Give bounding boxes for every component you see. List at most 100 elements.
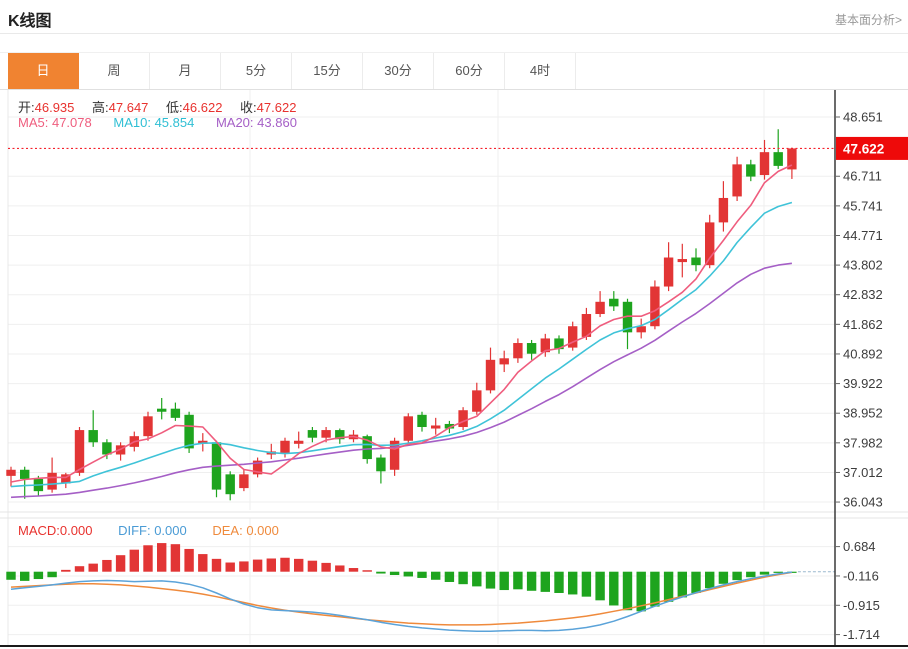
candle-body: [595, 301, 605, 315]
fundamental-analysis-link[interactable]: 基本面分析>: [835, 11, 902, 28]
high-label: 高:: [92, 100, 109, 115]
tab-30min[interactable]: 30分: [363, 53, 434, 89]
candle-body: [718, 197, 729, 223]
macd-bar: [88, 563, 98, 572]
candle-body: [74, 430, 85, 473]
close-label: 收:: [240, 100, 257, 115]
tabbar-spacer: [0, 53, 8, 89]
candle-body: [143, 416, 153, 437]
macd-bar: [485, 571, 496, 589]
macd-legend: MACD:0.000 DIFF: 0.000 DEA: 0.000: [18, 523, 279, 538]
macd-bar: [198, 554, 208, 572]
y-axis-label: 45.741: [843, 198, 883, 213]
macd-bar: [389, 571, 400, 576]
low-value: 46.622: [182, 100, 223, 115]
ma-legend: MA5: 47.078 MA10: 45.854 MA20: 43.860: [18, 115, 297, 130]
macd-bar: [554, 571, 564, 593]
macd-bar: [252, 559, 263, 572]
y-axis-label: 44.771: [843, 228, 883, 243]
ohlc-readout: 开:46.935 高:47.647 低:46.622 收:47.622: [18, 97, 296, 116]
y-axis-label: 0.684: [843, 539, 876, 554]
candle-body: [307, 430, 318, 438]
macd-bar: [540, 571, 550, 592]
y-axis-label: -0.915: [843, 598, 880, 613]
macd-bar: [184, 548, 194, 572]
candle-body: [294, 440, 304, 444]
ma10-line: [10, 201, 793, 488]
candle-body: [458, 410, 468, 428]
candle-body: [609, 298, 619, 307]
candle-body: [225, 474, 235, 495]
macd-bar: [759, 571, 770, 575]
macd-bar: [663, 571, 674, 602]
macd-bar: [609, 571, 619, 606]
open-value: 46.935: [34, 100, 75, 115]
macd-bar: [61, 569, 71, 572]
open-label: 开:: [18, 100, 35, 115]
candle-body: [746, 164, 756, 177]
y-axis-label: 43.802: [843, 258, 883, 273]
candle-body: [485, 359, 496, 391]
macd-bar: [403, 571, 413, 577]
ma10-legend: MA10: 45.854: [113, 115, 195, 130]
y-axis-label: 46.711: [843, 169, 882, 184]
interval-tabbar: 日 周 月 5分 15分 30分 60分 4时: [0, 52, 908, 90]
macd-bar: [732, 571, 742, 581]
macd-bar: [581, 571, 592, 597]
y-axis-label: 36.043: [843, 495, 883, 510]
y-axis-label: 38.952: [843, 406, 883, 421]
candle-body: [280, 440, 290, 453]
candle-body: [472, 390, 482, 412]
macd-bar: [170, 544, 181, 572]
tab-day[interactable]: 日: [8, 53, 79, 89]
tab-month[interactable]: 月: [150, 53, 221, 89]
candle-body: [157, 408, 167, 412]
candle-body: [184, 414, 194, 449]
macd-bar: [472, 571, 482, 587]
candle-body: [759, 152, 770, 176]
macd-bar: [705, 571, 715, 589]
candle-body: [691, 257, 701, 266]
macd-bar: [335, 565, 345, 572]
macd-bar: [499, 571, 509, 591]
y-axis-label: -0.116: [843, 568, 879, 583]
candle-body: [513, 343, 523, 359]
tab-15min[interactable]: 15分: [292, 53, 363, 89]
macd-bar: [211, 558, 222, 572]
macd-bar: [458, 571, 468, 585]
macd-bar: [321, 562, 331, 572]
tab-5min[interactable]: 5分: [221, 53, 292, 89]
macd-bar: [718, 571, 729, 584]
close-value: 47.622: [256, 100, 297, 115]
y-axis-label: 39.922: [843, 376, 883, 391]
dea-value-legend: DEA: 0.000: [212, 523, 279, 538]
macd-bar: [568, 571, 578, 595]
y-axis-label: 48.651: [843, 110, 883, 125]
macd-bar: [622, 571, 633, 611]
macd-bar: [348, 568, 359, 572]
macd-bar: [307, 560, 318, 572]
low-label: 低:: [166, 100, 183, 115]
macd-bar: [6, 571, 16, 580]
tab-60min[interactable]: 60分: [434, 53, 505, 89]
candle-body: [431, 425, 441, 429]
candle-body: [20, 469, 30, 479]
candle-body: [239, 474, 249, 489]
macd-bar: [294, 558, 304, 572]
ma5-legend: MA5: 47.078: [18, 115, 92, 130]
tab-week[interactable]: 周: [79, 53, 150, 89]
price-tag-label: 47.622: [843, 141, 884, 156]
macd-bar: [280, 557, 290, 572]
macd-bar: [225, 562, 235, 572]
high-value: 47.647: [108, 100, 149, 115]
y-axis-label: 37.012: [843, 465, 883, 480]
candle-body: [773, 152, 783, 166]
macd-bar: [526, 571, 537, 591]
candle-body: [88, 430, 98, 443]
candle-body: [499, 358, 509, 365]
macd-bar: [157, 543, 167, 572]
y-axis-label: 40.892: [843, 346, 883, 361]
header-divider: [0, 33, 908, 34]
candle-body: [47, 472, 57, 490]
tab-4hour[interactable]: 4时: [505, 53, 576, 89]
